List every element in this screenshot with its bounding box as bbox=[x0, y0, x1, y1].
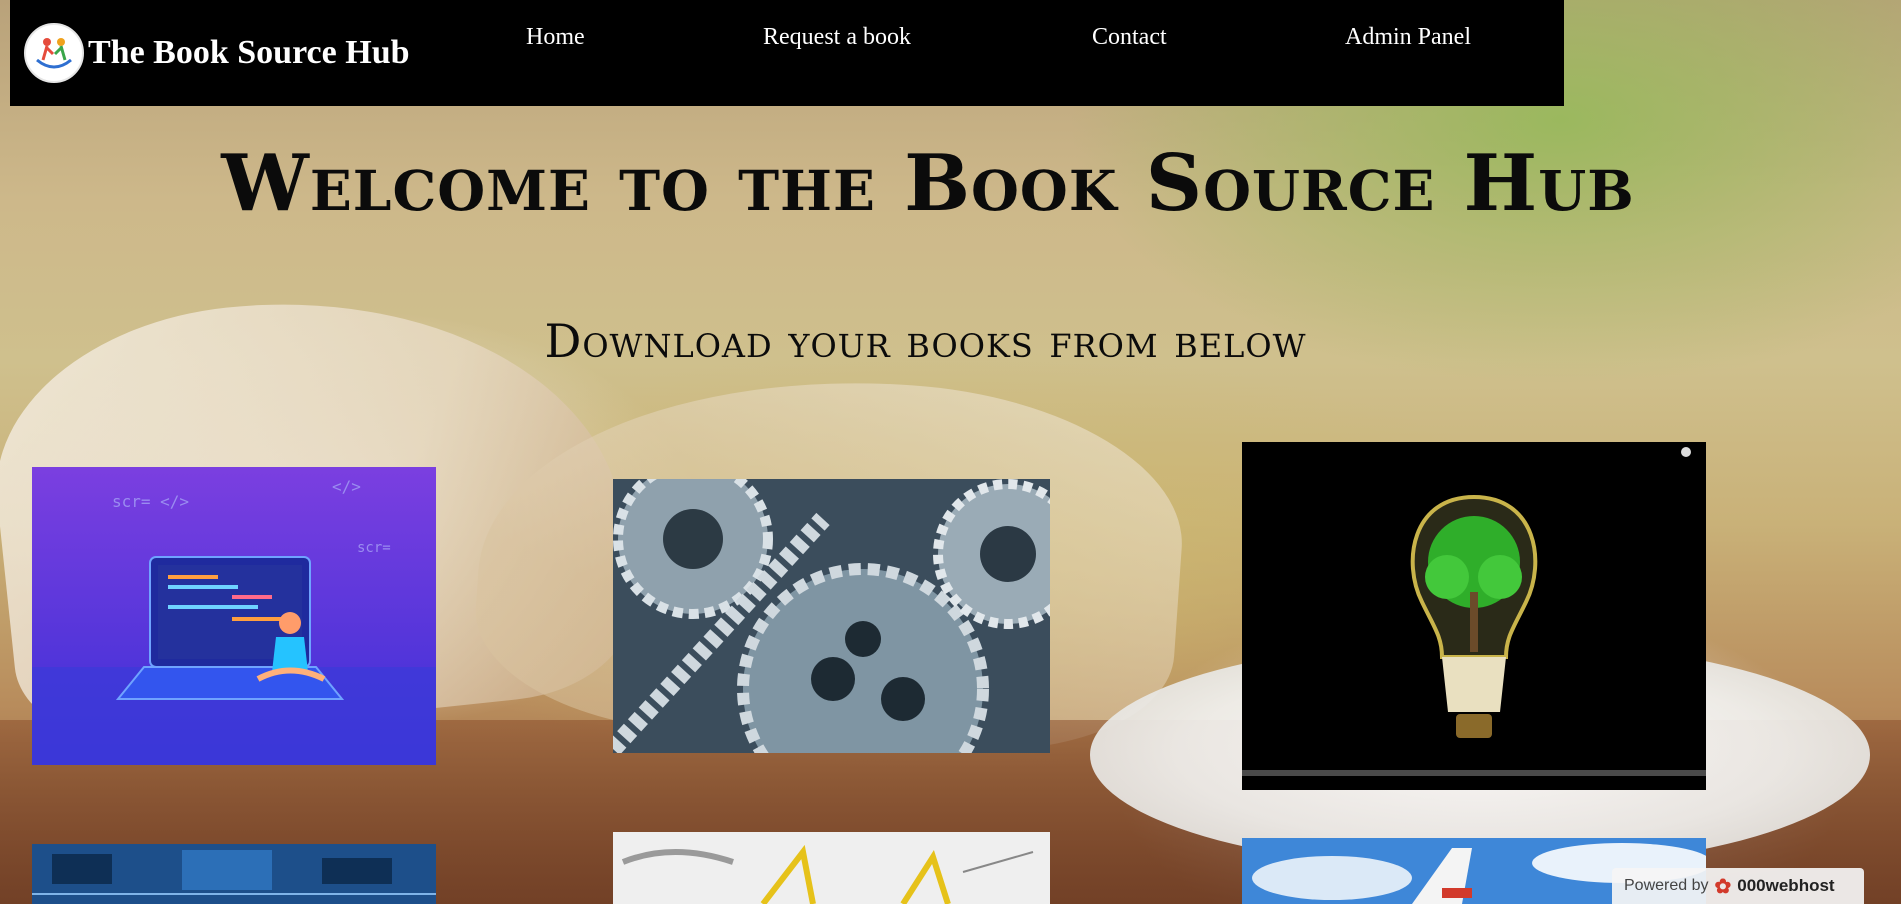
page-title: Welcome to the Book Source Hub bbox=[221, 138, 1635, 229]
nav-home[interactable]: Home bbox=[526, 24, 585, 51]
circuit-board bbox=[32, 844, 436, 904]
book-card-mechanical[interactable] bbox=[613, 479, 1050, 753]
brand-logo-icon bbox=[24, 23, 84, 83]
nav-request-book[interactable]: Request a book bbox=[763, 24, 911, 51]
tree-in-lightbulb bbox=[1242, 442, 1706, 790]
book-card-environment[interactable] bbox=[1242, 442, 1706, 790]
brand-title: The Book Source Hub bbox=[88, 34, 410, 71]
nav-admin-panel[interactable]: Admin Panel bbox=[1345, 24, 1471, 51]
book-card-coding[interactable]: scr= </> </> scr= bbox=[32, 467, 436, 765]
badge-host-name: 000webhost bbox=[1737, 876, 1835, 895]
svg-text:scr=: scr= bbox=[357, 540, 391, 556]
brand[interactable]: The Book Source Hub bbox=[24, 23, 410, 83]
book-card-civil[interactable] bbox=[613, 832, 1050, 904]
host-logo-icon: ✿ bbox=[1714, 875, 1732, 898]
svg-text:scr= </>: scr= </> bbox=[112, 492, 189, 511]
metal-gears bbox=[613, 479, 1050, 753]
programmer-laptop-illustration: scr= </> </> scr= bbox=[32, 467, 436, 765]
svg-text:</>: </> bbox=[332, 477, 361, 496]
nav-contact[interactable]: Contact bbox=[1092, 24, 1167, 51]
blueprint-construction bbox=[613, 832, 1050, 904]
badge-powered-by: Powered by bbox=[1624, 877, 1709, 894]
hosting-badge[interactable]: Powered by ✿ 000webhost bbox=[1612, 868, 1864, 904]
navbar: The Book Source Hub Home Request a book … bbox=[10, 0, 1564, 106]
book-card-electronics[interactable] bbox=[32, 844, 436, 904]
page-subtitle: Download your books from below bbox=[544, 314, 1307, 368]
